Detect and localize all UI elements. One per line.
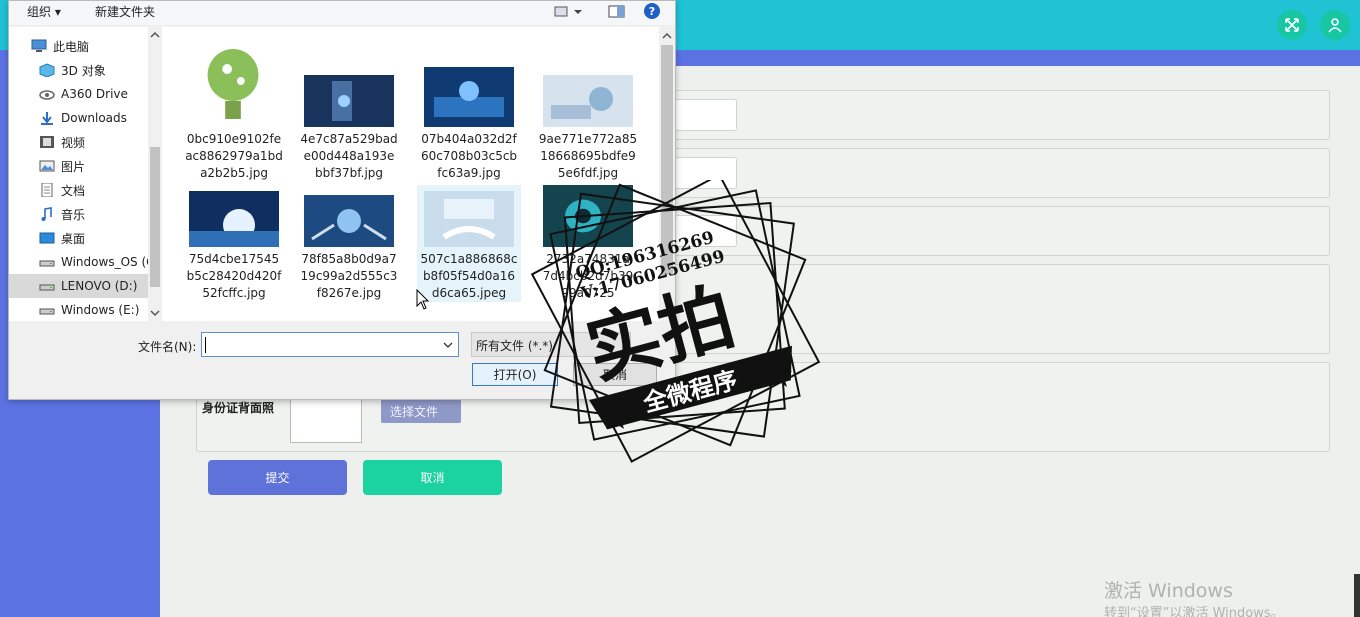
view-options-icon[interactable] <box>554 5 584 22</box>
text-caret <box>205 337 206 353</box>
documents-icon <box>39 182 55 198</box>
nav-item-3[interactable]: A360 Drive <box>9 82 151 106</box>
file-name-line: bbf37bf.jpg <box>314 166 384 180</box>
new-folder-button[interactable]: 新建文件夹 <box>95 3 155 20</box>
download-arrow-icon <box>39 111 55 125</box>
text-field[interactable] <box>675 99 737 131</box>
nav-item-label: 3D 对象 <box>61 63 106 78</box>
file-item[interactable]: 78f85a8b0d9a7 19c99a2d555c3 f8267e.jpg <box>297 185 401 302</box>
nav-scrollbar[interactable] <box>148 27 162 321</box>
filename-label: 文件名(N): <box>138 340 197 354</box>
file-item[interactable]: 4e7c87a529bad e00d448a193e bbf37bf.jpg <box>297 35 401 182</box>
watermark-stamp: QQ:196316269 V:17060256499 实拍 全微程序 <box>530 173 830 470</box>
drive-icon <box>39 279 55 293</box>
nav-item-label: 图片 <box>61 159 86 174</box>
nav-item-label: A360 Drive <box>61 87 128 101</box>
choose-file-button[interactable]: 选择文件 <box>381 399 461 423</box>
scroll-up-icon[interactable] <box>659 30 675 42</box>
file-name-line: 52fcffc.jpg <box>202 286 266 300</box>
file-name-line: fc63a9.jpg <box>437 166 501 180</box>
file-name-line: 507c1a886868c <box>420 252 518 266</box>
activate-windows-hint: 转到“设置”以激活 Windows。 <box>1104 606 1284 617</box>
filename-input[interactable] <box>201 332 459 357</box>
nav-item-label: 音乐 <box>61 207 86 222</box>
image-thumbnail <box>304 195 394 247</box>
scroll-down-icon[interactable] <box>148 307 162 319</box>
help-icon[interactable]: ? <box>643 2 661 23</box>
navigation-pane: 此电脑 3D 对象 A360 Drive Downloads 视频图片文档音乐桌面 Win… <box>9 27 162 321</box>
image-thumbnail <box>543 75 633 127</box>
nav-item-2[interactable]: 3D 对象 <box>9 58 151 82</box>
user-icon[interactable] <box>1320 10 1350 40</box>
organize-menu[interactable]: 组织 ▾ <box>27 3 61 20</box>
file-name-line: 9ae771e772a85 <box>538 132 638 146</box>
file-name-line: f8267e.jpg <box>316 286 382 300</box>
file-item[interactable]: 9ae771e772a85 18668695bdfe9 5e6fdf.jpg <box>536 35 640 182</box>
nav-item-label: LENOVO (D:) <box>61 279 138 293</box>
file-name-line: 19c99a2d555c3 <box>300 269 398 283</box>
nav-item-7[interactable]: 文档 <box>9 178 151 202</box>
scroll-up-icon[interactable] <box>148 29 162 41</box>
nav-item-6[interactable]: 图片 <box>9 154 151 178</box>
nav-item-label: Windows_OS (C <box>61 255 151 269</box>
nav-item-8[interactable]: 音乐 <box>9 202 151 226</box>
mouse-cursor-icon <box>416 289 430 310</box>
image-thumbnail <box>189 191 279 247</box>
music-icon <box>39 207 55 221</box>
video-icon <box>39 135 55 149</box>
file-name-line: 07b404a032d2f <box>421 132 517 146</box>
nav-item-label: Windows (E:) <box>61 303 140 317</box>
file-name-line: 0bc910e9102fe <box>186 132 282 146</box>
nav-item-11[interactable]: LENOVO (D:) <box>9 274 151 298</box>
drive-icon <box>39 303 55 317</box>
file-name-line: a2b2b5.jpg <box>200 166 268 180</box>
file-name-line: b5c28420d420f <box>186 269 282 283</box>
file-item[interactable]: 07b404a032d2f 60c708b03c5cb fc63a9.jpg <box>417 35 521 182</box>
nav-item-9[interactable]: 桌面 <box>9 226 151 250</box>
nav-item-label: 视频 <box>61 135 86 150</box>
file-name-line: 4e7c87a529bad <box>300 132 398 146</box>
chevron-down-icon[interactable] <box>442 341 454 351</box>
nav-item-label: Downloads <box>61 111 127 125</box>
dialog-toolbar: 组织 ▾ 新建文件夹 ? <box>9 1 675 25</box>
fullscreen-icon[interactable] <box>1277 10 1307 40</box>
computer-icon <box>31 39 47 53</box>
activate-windows-title: 激活 Windows <box>1104 580 1233 602</box>
file-name-line: 78f85a8b0d9a7 <box>301 252 397 266</box>
nav-item-label: 此电脑 <box>53 39 90 54</box>
image-thumbnail <box>304 75 394 127</box>
file-name-line: 60c708b03c5cb <box>420 149 518 163</box>
cloud-drive-icon <box>39 87 55 101</box>
nav-item-label: 桌面 <box>61 231 86 246</box>
submit-button[interactable]: 提交 <box>208 460 347 495</box>
3d-objects-icon <box>39 63 55 78</box>
nav-item-1[interactable]: 此电脑 <box>9 34 151 58</box>
file-item[interactable]: 507c1a886868c b8f05f54d0a16 d6ca65.jpeg <box>417 185 521 302</box>
cancel-button[interactable]: 取消 <box>363 460 502 495</box>
nav-item-10[interactable]: Windows_OS (C <box>9 250 151 274</box>
nav-item-12[interactable]: Windows (E:) <box>9 298 151 321</box>
taskbar-edge <box>1354 574 1360 617</box>
file-name-line: 75d4cbe17545 <box>188 252 280 266</box>
file-item[interactable]: 75d4cbe17545 b5c28420d420f 52fcffc.jpg <box>182 185 286 302</box>
drive-icon <box>39 255 55 269</box>
file-name-line: b8f05f54d0a16 <box>422 269 516 283</box>
nav-item-label: 文档 <box>61 183 86 198</box>
svg-text:?: ? <box>649 5 655 18</box>
file-name-line: e00d448a193e <box>303 149 395 163</box>
file-name-line: ac8862979a1bd <box>185 149 283 163</box>
file-item[interactable]: 0bc910e9102fe ac8862979a1bd a2b2b5.jpg <box>182 35 286 182</box>
preview-pane-icon[interactable] <box>608 5 626 22</box>
nav-item-4[interactable]: Downloads <box>9 106 151 130</box>
nav-item-5[interactable]: 视频 <box>9 130 151 154</box>
id-back-preview <box>290 395 362 443</box>
pictures-icon <box>39 159 55 173</box>
image-thumbnail <box>424 191 514 247</box>
image-thumbnail <box>207 49 259 119</box>
desktop-icon <box>39 231 55 245</box>
file-name-line: d6ca65.jpeg <box>431 286 507 300</box>
file-name-line: 18668695bdfe9 <box>540 149 636 163</box>
image-thumbnail <box>424 67 514 127</box>
id-back-label: 身份证背面照 <box>202 401 275 415</box>
